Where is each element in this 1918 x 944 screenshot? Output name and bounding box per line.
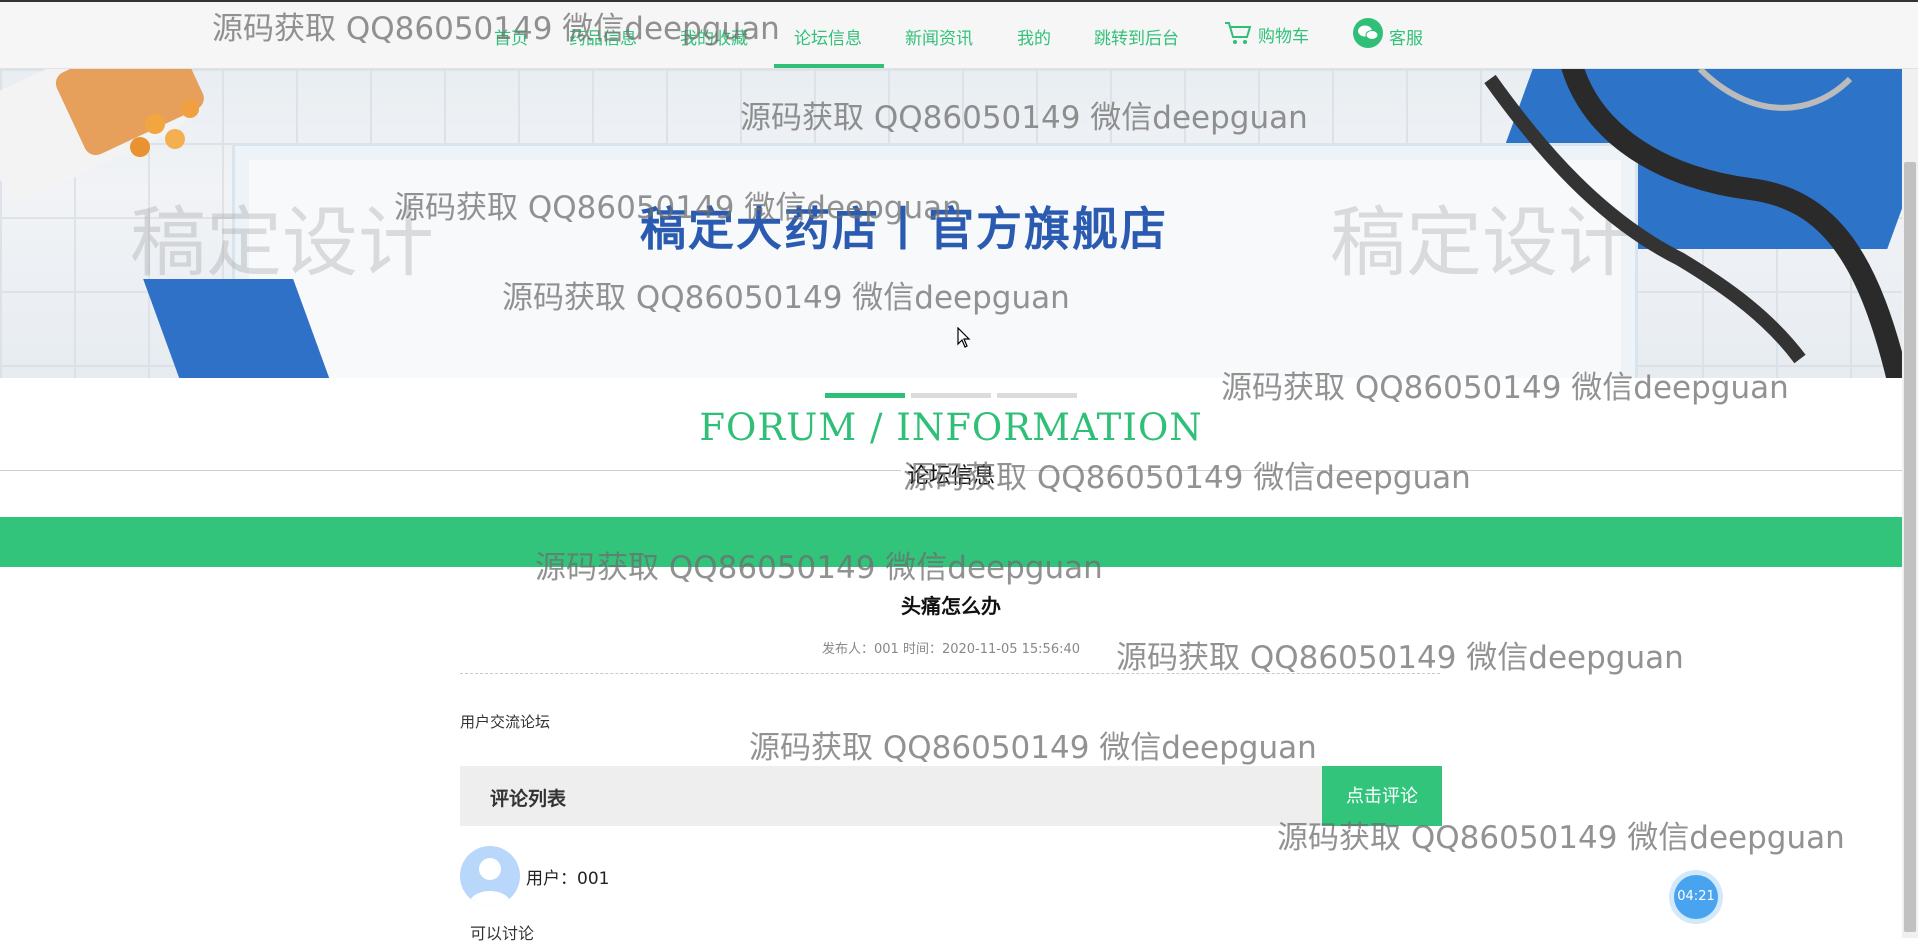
post-title: 头痛怎么办: [901, 594, 1001, 618]
nav-active-indicator: [774, 64, 884, 68]
pill-bottle-icon: [0, 69, 204, 199]
nav-favorites[interactable]: 我的收藏: [680, 24, 748, 49]
user-avatar-icon: [468, 858, 512, 906]
section-title-en: FORUM / INFORMATION: [699, 406, 1203, 449]
comment-list-header: 评论列表 点击评论: [460, 766, 1442, 826]
post-publisher-label: 发布人：: [821, 642, 874, 657]
comment-user: 用户：001: [526, 864, 609, 889]
nav-cart-label: 购物车: [1258, 27, 1309, 47]
watermark: 源码获取 QQ86050149 微信deepguan: [749, 730, 1317, 766]
cart-icon: [1225, 22, 1252, 44]
nav-medicine-info[interactable]: 药品信息: [569, 24, 637, 49]
nav-mine[interactable]: 我的: [1017, 24, 1051, 49]
nav-forum[interactable]: 论坛信息: [794, 24, 862, 49]
nav-cart[interactable]: 购物车: [1224, 20, 1309, 47]
post-time-label: 时间：: [902, 642, 942, 657]
comment-text: 可以讨论: [470, 924, 535, 943]
nav-service-label: 客服: [1389, 29, 1423, 49]
carousel-dot-2[interactable]: [911, 393, 991, 398]
post-meta: 发布人：001 时间：2020-11-05 15:56:40: [0, 638, 1902, 657]
nav-backend[interactable]: 跳转到后台: [1094, 24, 1179, 49]
scrollbar-thumb[interactable]: [1904, 162, 1916, 932]
carousel-dot-1[interactable]: [825, 393, 905, 398]
nav-service[interactable]: 客服: [1353, 18, 1423, 49]
banner-shop-title: 稿定大药店丨官方旗舰店: [640, 202, 1168, 256]
post-publisher: 001: [873, 642, 899, 657]
comment-user-name: 001: [577, 869, 610, 889]
add-comment-button[interactable]: 点击评论: [1322, 766, 1442, 826]
carousel-dot-3[interactable]: [997, 393, 1077, 398]
nav-news[interactable]: 新闻资讯: [905, 24, 973, 49]
post-time: 2020-11-05 15:56:40: [941, 642, 1081, 657]
mouse-cursor-icon: [957, 327, 971, 348]
top-navigation: 首页 药品信息 我的收藏 论坛信息 新闻资讯 我的 跳转到后台 购物车 客服: [0, 2, 1918, 69]
stethoscope-icon: [1484, 69, 1902, 378]
hero-banner[interactable]: 稿定设计 稿定设计 稿定大药店丨官方旗舰店 增强免疫力: [0, 69, 1902, 378]
wechat-icon: [1353, 18, 1383, 48]
comment-list-title: 评论列表: [490, 788, 567, 810]
section-title-cn-text: 论坛信息: [900, 464, 1001, 489]
comment-user-label: 用户：: [526, 869, 577, 889]
section-title-cn: 论坛信息: [0, 458, 1902, 490]
post-divider: [460, 673, 1440, 674]
post-body: 用户交流论坛: [460, 713, 551, 731]
nav-home[interactable]: 首页: [494, 24, 528, 49]
avatar: [460, 846, 520, 906]
green-band: [0, 517, 1902, 567]
floating-clock[interactable]: 04:21: [1674, 875, 1718, 919]
